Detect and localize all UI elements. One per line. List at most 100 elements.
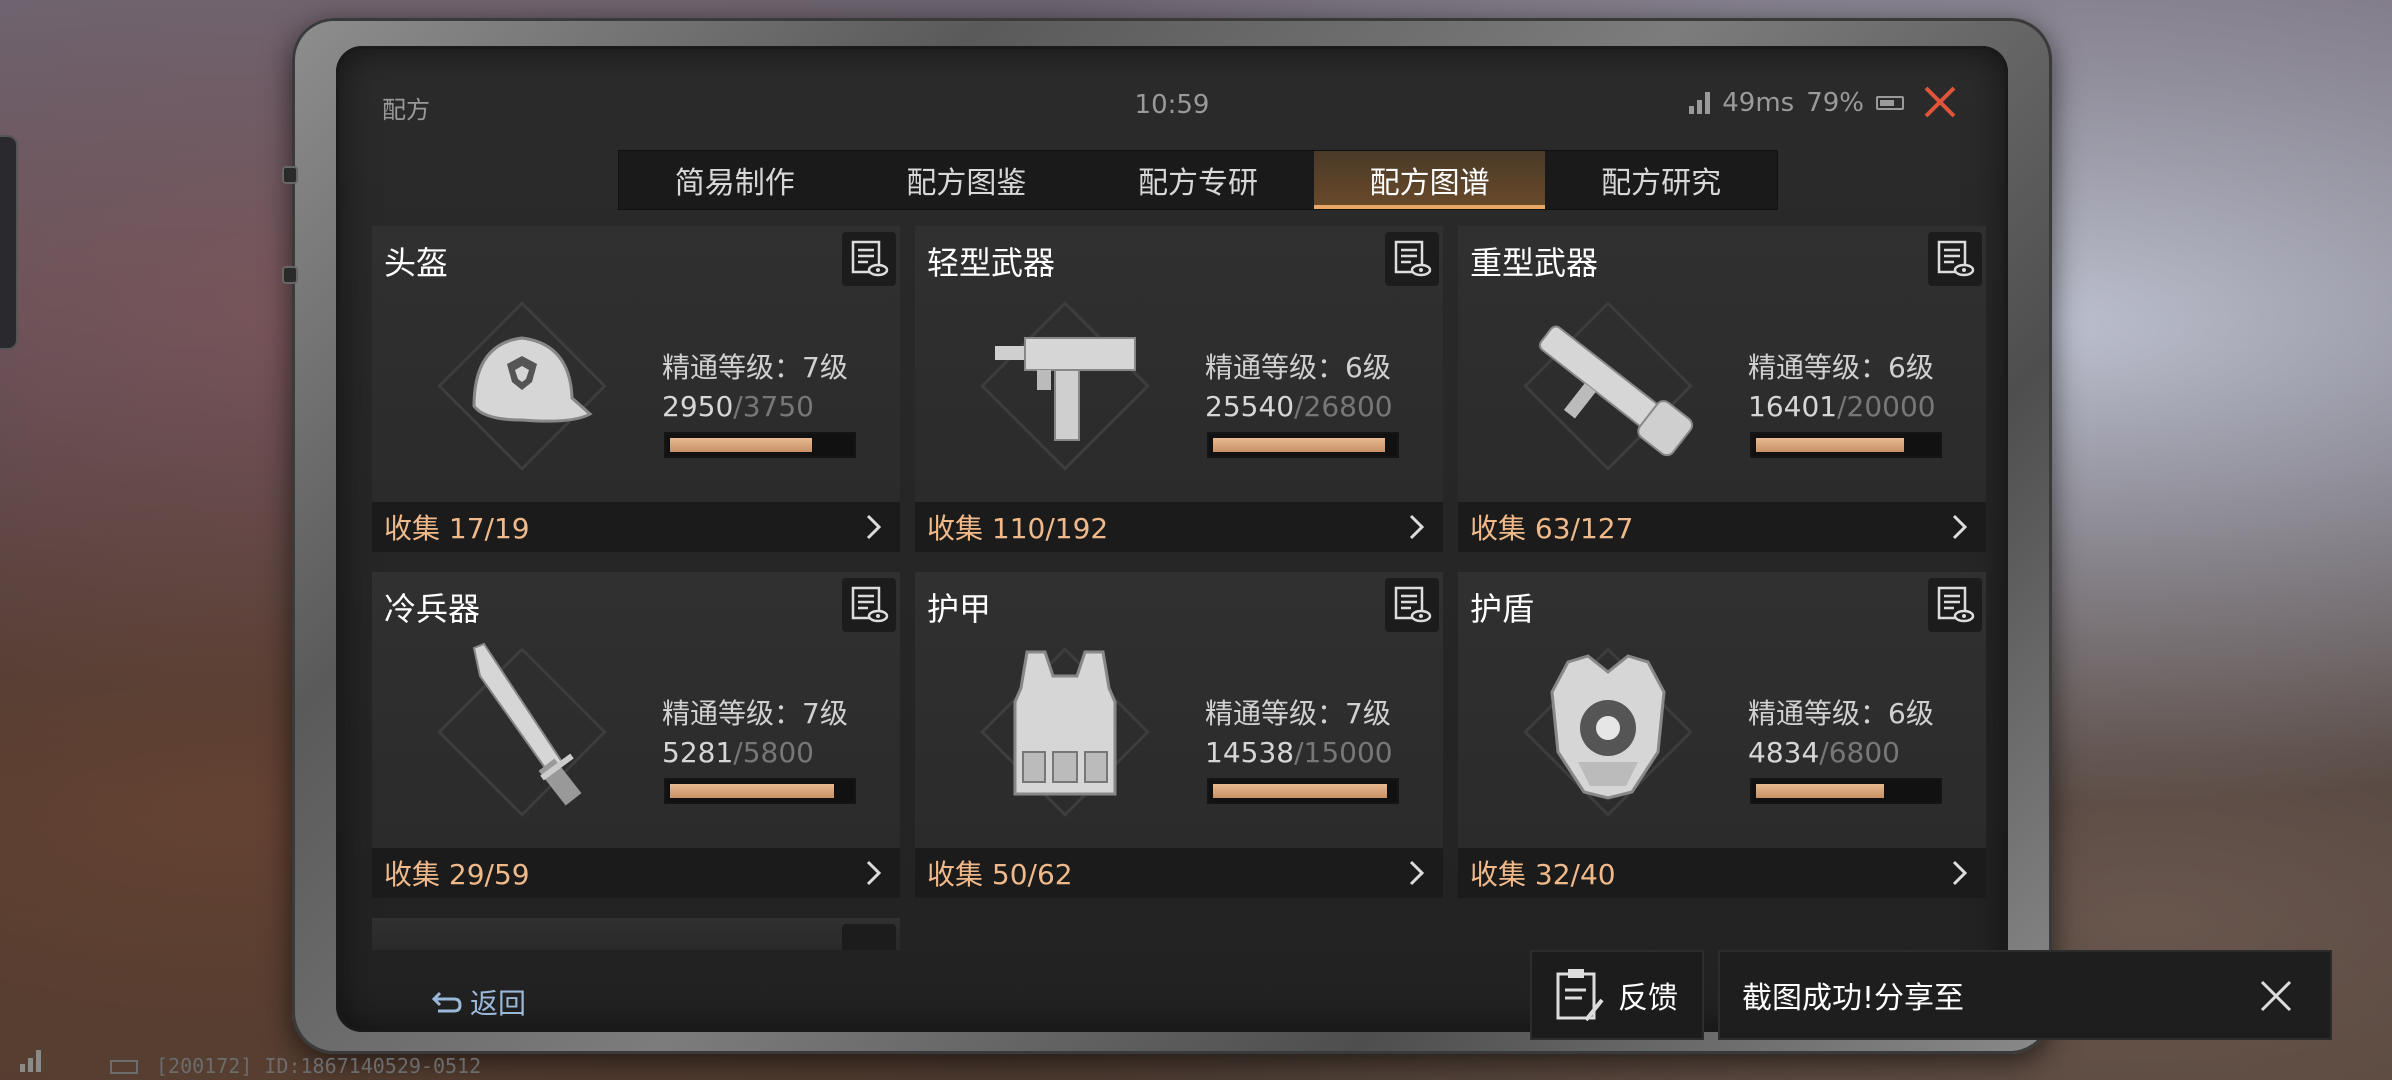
progress-max: /6800 bbox=[1819, 736, 1900, 769]
card-title: 护甲 bbox=[927, 590, 992, 628]
category-card-shield[interactable]: 护盾 精通等级：6级 4834/6800 收集 32/40 bbox=[1458, 572, 1986, 898]
progress-fill bbox=[670, 438, 812, 452]
mastery-level: 精通等级：6级 bbox=[1205, 351, 1391, 384]
mastery-level: 精通等级：7级 bbox=[1205, 697, 1391, 730]
mastery-level: 精通等级：7级 bbox=[662, 351, 848, 384]
progress-bar bbox=[664, 778, 856, 804]
progress-text: 14538/15000 bbox=[1205, 736, 1393, 769]
feedback-button[interactable]: 反馈 bbox=[1530, 950, 1704, 1040]
collect-row[interactable]: 收集 50/62 bbox=[915, 848, 1443, 898]
progress-text: 5281/5800 bbox=[662, 736, 814, 769]
recipe-tabs: 简易制作 配方图鉴 配方专研 配方图谱 配方研究 bbox=[618, 150, 1778, 210]
progress-current: 2950 bbox=[662, 390, 734, 423]
status-bar: 配方 10:59 49ms 79% bbox=[336, 46, 2008, 124]
card-title: 冷兵器 bbox=[384, 590, 481, 628]
tab-recipe-specialize[interactable]: 配方专研 bbox=[1082, 151, 1314, 209]
battery-icon bbox=[1876, 96, 1904, 110]
machete-icon bbox=[422, 632, 622, 832]
progress-fill bbox=[1213, 784, 1388, 798]
view-list-icon[interactable] bbox=[842, 578, 896, 632]
view-list-icon[interactable] bbox=[842, 232, 896, 286]
collect-count: 收集 63/127 bbox=[1470, 512, 1634, 545]
ping-text: 49ms bbox=[1722, 88, 1795, 118]
category-card-melee[interactable]: 冷兵器 精通等级：7级 5281/5800 收集 29/59 bbox=[372, 572, 900, 898]
progress-fill bbox=[1756, 784, 1884, 798]
clipboard-icon bbox=[1556, 969, 1604, 1022]
progress-current: 25540 bbox=[1205, 390, 1295, 423]
collect-count: 收集 50/62 bbox=[927, 858, 1073, 891]
progress-text: 4834/6800 bbox=[1748, 736, 1900, 769]
screenshot-toast: 截图成功!分享至 bbox=[1718, 950, 2332, 1040]
category-card-armor[interactable]: 护甲 精通等级：7级 14538/15000 收集 50/62 bbox=[915, 572, 1443, 898]
close-icon[interactable] bbox=[2256, 976, 2296, 1016]
progress-current: 5281 bbox=[662, 736, 734, 769]
mastery-level: 精通等级：7级 bbox=[662, 697, 848, 730]
tab-recipe-codex[interactable]: 配方图鉴 bbox=[851, 151, 1083, 209]
chevron-right-icon bbox=[866, 860, 882, 886]
category-card-heavy-weapon[interactable]: 重型武器 精通等级：6级 16401/20000 收集 63/127 bbox=[1458, 226, 1986, 552]
progress-fill bbox=[1756, 438, 1904, 452]
collect-count: 收集 17/19 bbox=[384, 512, 530, 545]
tab-simple-craft[interactable]: 简易制作 bbox=[619, 151, 851, 209]
recipe-screen: 配方 10:59 49ms 79% 简易制作 配方图鉴 配方专研 配方图谱 配方… bbox=[336, 46, 2008, 1032]
collect-row[interactable]: 收集 29/59 bbox=[372, 848, 900, 898]
collect-count: 收集 32/40 bbox=[1470, 858, 1616, 891]
category-card-helmet[interactable]: 头盔 精通等级：7级 2950/3750 收集 17/19 bbox=[372, 226, 900, 552]
collect-row[interactable]: 收集 63/127 bbox=[1458, 502, 1986, 552]
mastery-level: 精通等级：6级 bbox=[1748, 697, 1934, 730]
progress-current: 14538 bbox=[1205, 736, 1295, 769]
back-label: 返回 bbox=[470, 987, 527, 1020]
category-card-partial bbox=[372, 918, 900, 950]
status-indicators: 49ms 79% bbox=[1689, 88, 1904, 118]
progress-max: /3750 bbox=[733, 390, 814, 423]
chevron-right-icon bbox=[1409, 514, 1425, 540]
view-list-icon[interactable] bbox=[1385, 232, 1439, 286]
progress-bar bbox=[664, 432, 856, 458]
battery-icon bbox=[110, 1060, 138, 1074]
close-icon[interactable] bbox=[1920, 82, 1960, 122]
progress-current: 16401 bbox=[1748, 390, 1838, 423]
tab-recipe-atlas[interactable]: 配方图谱 bbox=[1313, 151, 1546, 209]
card-title: 重型武器 bbox=[1470, 244, 1599, 282]
signal-icon bbox=[20, 1050, 41, 1072]
progress-max: /5800 bbox=[733, 736, 814, 769]
rocket-launcher-icon bbox=[1508, 286, 1708, 486]
progress-bar bbox=[1750, 432, 1942, 458]
progress-text: 16401/20000 bbox=[1748, 390, 1936, 423]
progress-max: /20000 bbox=[1837, 390, 1936, 423]
collect-count: 收集 110/192 bbox=[927, 512, 1109, 545]
side-handle bbox=[0, 135, 18, 350]
submachine-gun-icon bbox=[965, 286, 1165, 486]
chevron-right-icon bbox=[1952, 860, 1968, 886]
feedback-label: 反馈 bbox=[1618, 981, 1678, 1016]
progress-text: 25540/26800 bbox=[1205, 390, 1393, 423]
card-title: 头盔 bbox=[384, 244, 449, 282]
view-list-icon[interactable] bbox=[1385, 578, 1439, 632]
chevron-right-icon bbox=[1409, 860, 1425, 886]
progress-current: 4834 bbox=[1748, 736, 1820, 769]
body-armor-icon bbox=[965, 632, 1165, 832]
back-button[interactable]: 返回 bbox=[430, 982, 526, 1022]
device-id: [200172] ID:1867140529-0512 bbox=[156, 1054, 482, 1078]
signal-icon bbox=[1689, 92, 1711, 114]
tablet-frame: 配方 10:59 49ms 79% 简易制作 配方图鉴 配方专研 配方图谱 配方… bbox=[282, 18, 2052, 1054]
collect-row[interactable]: 收集 110/192 bbox=[915, 502, 1443, 552]
chevron-right-icon bbox=[1952, 514, 1968, 540]
progress-max: /15000 bbox=[1294, 736, 1393, 769]
view-list-icon[interactable] bbox=[1928, 578, 1982, 632]
collect-row[interactable]: 收集 32/40 bbox=[1458, 848, 1986, 898]
frame-knob bbox=[282, 266, 298, 284]
tab-recipe-research[interactable]: 配方研究 bbox=[1545, 151, 1777, 209]
shield-vest-icon bbox=[1508, 632, 1708, 832]
collect-count: 收集 29/59 bbox=[384, 858, 530, 891]
view-list-icon bbox=[842, 924, 896, 950]
card-title: 护盾 bbox=[1470, 590, 1535, 628]
view-list-icon[interactable] bbox=[1928, 232, 1982, 286]
collect-row[interactable]: 收集 17/19 bbox=[372, 502, 900, 552]
progress-bar bbox=[1207, 432, 1399, 458]
frame-knob bbox=[282, 166, 298, 184]
card-title: 轻型武器 bbox=[927, 244, 1056, 282]
progress-fill bbox=[1213, 438, 1385, 452]
chevron-right-icon bbox=[866, 514, 882, 540]
category-card-light-weapon[interactable]: 轻型武器 精通等级：6级 25540/26800 收集 110/192 bbox=[915, 226, 1443, 552]
